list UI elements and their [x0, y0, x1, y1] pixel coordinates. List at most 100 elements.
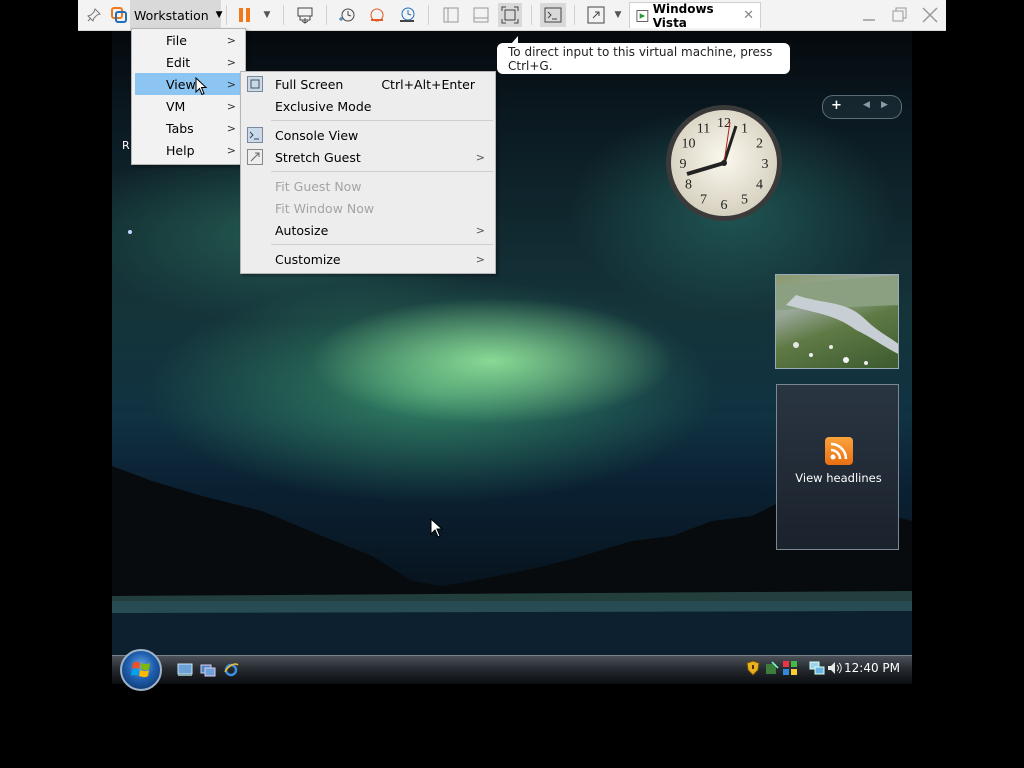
clock-numeral: 9 — [680, 157, 687, 172]
network-icon[interactable] — [809, 660, 825, 676]
full-screen-icon — [247, 76, 263, 92]
mouse-pointer-icon — [195, 77, 208, 96]
gadget-toolbar: + ◀ ▶ — [822, 95, 902, 119]
menu-item-customize[interactable]: Customize > — [241, 248, 495, 270]
previous-page-icon[interactable]: ◀ — [863, 100, 870, 110]
menu-item-console-view[interactable]: Console View — [241, 124, 495, 146]
chevron-right-icon: > — [226, 99, 236, 113]
clock-gadget[interactable]: 12 1234567891011 — [664, 103, 784, 223]
library-icon[interactable] — [440, 3, 462, 27]
tooltip-text: To direct input to this virtual machine,… — [508, 44, 773, 73]
view-submenu: Full Screen Ctrl+Alt+Enter Exclusive Mod… — [240, 71, 496, 274]
clock-numeral: 4 — [756, 178, 763, 193]
menu-item-view[interactable]: View > — [135, 73, 242, 96]
star — [128, 230, 132, 234]
chevron-right-icon: > — [226, 33, 236, 47]
clock-numeral: 6 — [721, 198, 728, 213]
menu-item-tabs[interactable]: Tabs > — [135, 117, 242, 139]
menu-item-label: VM — [166, 98, 186, 114]
clock-numeral: 3 — [762, 157, 769, 172]
workstation-menu-label: Workstation — [134, 7, 209, 23]
windows-update-icon[interactable] — [782, 660, 798, 676]
minimize-icon[interactable] — [858, 4, 880, 26]
internet-explorer-icon[interactable] — [223, 662, 239, 677]
vm-tab-icon — [636, 9, 649, 22]
menu-item-exclusive-mode[interactable]: Exclusive Mode — [241, 95, 495, 117]
menu-item-help[interactable]: Help > — [135, 139, 242, 161]
clock-numeral: 7 — [700, 193, 707, 208]
full-screen-icon[interactable] — [498, 3, 522, 27]
volume-icon[interactable] — [827, 660, 843, 676]
clock-numeral: 8 — [685, 178, 692, 193]
snapshot-take-icon[interactable] — [336, 3, 358, 27]
desktop-icon-label[interactable]: R — [122, 139, 130, 152]
chevron-right-icon: > — [226, 121, 236, 135]
show-desktop-icon[interactable] — [177, 662, 193, 677]
vmware-logo-icon[interactable] — [108, 3, 130, 27]
menu-item-label: Help — [166, 142, 195, 158]
menu-item-vm[interactable]: VM > — [135, 95, 242, 117]
tab-windows-vista[interactable]: Windows Vista ✕ — [629, 1, 761, 30]
menu-item-label: Full Screen — [275, 76, 344, 92]
stretch-icon[interactable] — [584, 3, 608, 27]
mouse-cursor-icon — [430, 517, 444, 541]
clock-numeral: 11 — [697, 122, 710, 137]
menu-item-label: Autosize — [275, 222, 329, 238]
slideshow-gadget[interactable] — [775, 274, 899, 369]
console-view-icon[interactable] — [540, 3, 566, 27]
menu-item-edit[interactable]: Edit > — [135, 51, 242, 73]
menu-item-shortcut: Ctrl+Alt+Enter — [381, 76, 475, 92]
console-view-icon — [247, 127, 263, 143]
clock-numeral: 1 — [741, 122, 748, 137]
security-shield-icon[interactable] — [746, 660, 762, 676]
vmware-toolbar: Workstation ▼ ▼ ▼ Windows Vista ✕ — [78, 0, 946, 31]
menu-item-label: Console View — [275, 127, 359, 143]
chevron-right-icon: > — [475, 252, 485, 266]
clock-numeral: 10 — [682, 137, 696, 152]
snapshot-revert-icon[interactable] — [366, 3, 388, 27]
pin-icon[interactable] — [82, 3, 106, 27]
close-icon[interactable] — [919, 4, 941, 26]
next-page-icon[interactable]: ▶ — [881, 100, 888, 110]
menu-item-autosize[interactable]: Autosize > — [241, 219, 495, 241]
chevron-right-icon: > — [226, 77, 236, 91]
chevron-down-icon: ▼ — [215, 10, 223, 20]
view-headlines-link[interactable]: View headlines — [777, 471, 900, 485]
tab-title: Windows Vista — [652, 1, 714, 30]
workstation-menu: File > Edit > View > VM > Tabs > Help > — [131, 28, 246, 165]
start-button[interactable] — [120, 649, 162, 691]
menu-item-fit-window-now: Fit Window Now — [241, 197, 495, 219]
restore-icon[interactable] — [888, 4, 910, 26]
feed-headlines-gadget[interactable]: View headlines — [776, 384, 899, 550]
menu-item-label: View — [166, 76, 196, 92]
menu-item-label: Fit Window Now — [275, 200, 375, 216]
menu-item-label: Stretch Guest — [275, 149, 361, 165]
menu-item-fit-guest-now: Fit Guest Now — [241, 175, 495, 197]
menu-item-label: Edit — [166, 54, 191, 70]
defender-icon[interactable] — [764, 660, 780, 676]
menu-item-label: Exclusive Mode — [275, 98, 372, 114]
stretch-dropdown-icon[interactable]: ▼ — [610, 3, 626, 27]
workstation-menu-button[interactable]: Workstation ▼ — [130, 0, 223, 30]
clock-numeral: 5 — [741, 193, 748, 208]
menu-item-stretch-guest[interactable]: Stretch Guest > — [241, 146, 495, 168]
pause-icon[interactable] — [234, 3, 256, 27]
input-tooltip: To direct input to this virtual machine,… — [497, 36, 790, 74]
taskbar-clock[interactable]: 12:40 PM — [844, 661, 900, 675]
slideshow-photo — [776, 275, 898, 365]
menu-item-label: Customize — [275, 251, 341, 267]
chevron-right-icon: > — [226, 55, 236, 69]
thumbnail-icon[interactable] — [470, 3, 492, 27]
send-ctrl-alt-del-icon[interactable] — [294, 3, 316, 27]
clock-numeral: 2 — [756, 137, 763, 152]
rss-icon — [825, 437, 853, 465]
switch-windows-icon[interactable] — [200, 662, 216, 677]
menu-item-file[interactable]: File > — [135, 29, 242, 51]
menu-item-full-screen[interactable]: Full Screen Ctrl+Alt+Enter — [241, 73, 495, 95]
pause-dropdown-icon[interactable]: ▼ — [258, 3, 276, 27]
stretch-icon — [247, 149, 263, 165]
menu-item-label: Fit Guest Now — [275, 178, 362, 194]
tab-close-icon[interactable]: ✕ — [743, 8, 754, 23]
add-gadget-icon[interactable]: + — [831, 98, 842, 113]
snapshot-manager-icon[interactable] — [396, 3, 418, 27]
